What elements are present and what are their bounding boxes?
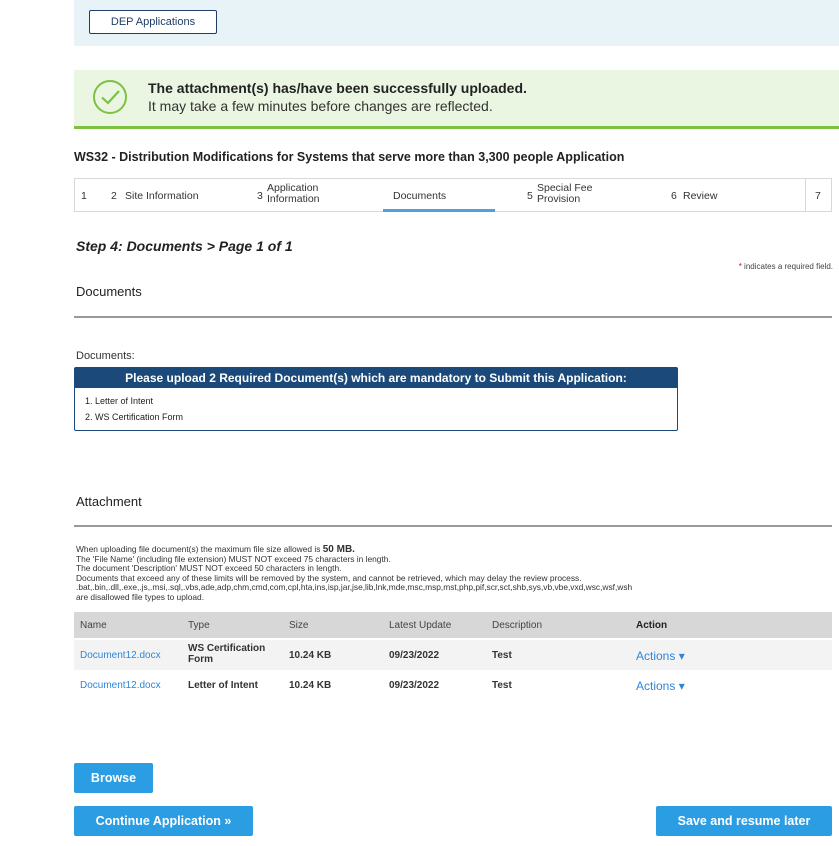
section-divider bbox=[74, 316, 832, 318]
column-header-name[interactable]: Name bbox=[80, 620, 107, 631]
required-document-item: 2. WS Certification Form bbox=[85, 412, 184, 422]
document-type: WS Certification Form bbox=[188, 643, 266, 665]
step-application-information[interactable]: 3 Application Information bbox=[251, 179, 381, 211]
section-divider bbox=[74, 525, 832, 527]
step-documents[interactable]: Documents bbox=[383, 179, 495, 212]
step-number: 3 bbox=[257, 190, 263, 202]
step-special-fee-provision[interactable]: 5 Special Fee Provision bbox=[527, 179, 657, 211]
document-link[interactable]: Document12.docx bbox=[80, 650, 161, 661]
document-link[interactable]: Document12.docx bbox=[80, 680, 161, 691]
attachment-section-title: Attachment bbox=[76, 494, 142, 509]
column-header-size[interactable]: Size bbox=[289, 620, 308, 631]
step-number: 1 bbox=[81, 190, 87, 202]
required-documents-box: Please upload 2 Required Document(s) whi… bbox=[74, 367, 678, 431]
step-navigation: 1 2 Site Information 3 Application Infor… bbox=[74, 178, 832, 212]
documents-section-title: Documents bbox=[76, 284, 142, 299]
actions-dropdown[interactable]: Actions ▾ bbox=[636, 679, 685, 693]
step-number: 2 bbox=[111, 190, 117, 202]
document-size: 10.24 KB bbox=[289, 650, 332, 661]
required-document-item: 1. Letter of Intent bbox=[85, 396, 154, 406]
document-description: Test bbox=[492, 650, 512, 661]
document-date: 09/23/2022 bbox=[389, 650, 440, 661]
column-header-action: Action bbox=[636, 620, 668, 631]
document-date: 09/23/2022 bbox=[389, 680, 440, 691]
step-site-information[interactable]: 2 Site Information bbox=[105, 179, 245, 211]
dep-applications-button[interactable]: DEP Applications bbox=[89, 10, 217, 34]
browse-button[interactable]: Browse bbox=[74, 763, 153, 793]
caret-down-icon: ▾ bbox=[678, 679, 685, 693]
table-row: Document12.docx Letter of Intent 10.24 K… bbox=[74, 670, 832, 700]
continue-application-button[interactable]: Continue Application » bbox=[74, 806, 253, 836]
step-label: Documents bbox=[393, 190, 447, 202]
step-label: Review bbox=[683, 190, 718, 202]
document-description: Test bbox=[492, 680, 512, 691]
column-header-latest-update[interactable]: Latest Update bbox=[389, 620, 451, 631]
table-row: Document12.docx WS Certification Form 10… bbox=[74, 640, 832, 670]
step-label: Special Fee Provision bbox=[537, 182, 593, 205]
step-label: Site Information bbox=[125, 190, 199, 202]
save-and-resume-later-button[interactable]: Save and resume later bbox=[656, 806, 832, 836]
table-header: Name Type Size Latest Update Description… bbox=[74, 612, 832, 638]
application-title: WS32 - Distribution Modifications for Sy… bbox=[74, 150, 625, 164]
caret-down-icon: ▾ bbox=[678, 649, 685, 663]
step-number: 5 bbox=[527, 190, 533, 202]
top-bar: DEP Applications bbox=[74, 0, 839, 46]
success-alert: The attachment(s) has/have been successf… bbox=[74, 70, 839, 129]
step-1[interactable]: 1 bbox=[81, 179, 107, 211]
required-field-note: * indicates a required field. bbox=[738, 262, 833, 271]
step-number: 6 bbox=[671, 190, 677, 202]
step-heading: Step 4: Documents > Page 1 of 1 bbox=[76, 238, 293, 254]
column-header-type[interactable]: Type bbox=[188, 620, 210, 631]
step-7[interactable]: 7 bbox=[805, 179, 832, 211]
step-review[interactable]: 6 Review bbox=[665, 179, 795, 211]
success-check-icon bbox=[93, 80, 127, 114]
alert-title: The attachment(s) has/have been successf… bbox=[148, 80, 527, 96]
step-number: 7 bbox=[815, 190, 821, 202]
actions-dropdown[interactable]: Actions ▾ bbox=[636, 649, 685, 663]
upload-rules: When uploading file document(s) the maxi… bbox=[76, 544, 633, 602]
required-documents-header: Please upload 2 Required Document(s) whi… bbox=[75, 368, 677, 388]
documents-label: Documents: bbox=[76, 350, 135, 362]
alert-message: It may take a few minutes before changes… bbox=[148, 98, 493, 114]
document-type: Letter of Intent bbox=[188, 680, 258, 691]
column-header-description[interactable]: Description bbox=[492, 620, 542, 631]
document-size: 10.24 KB bbox=[289, 680, 332, 691]
step-label: Application Information bbox=[267, 182, 320, 205]
